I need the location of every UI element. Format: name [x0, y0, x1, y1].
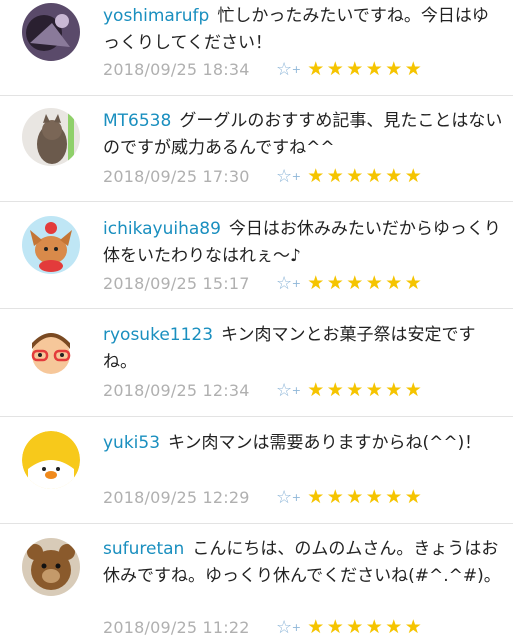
star-icon: ★: [365, 165, 383, 187]
add-star-button[interactable]: ☆ +: [276, 617, 301, 638]
comment-text-block: ichikayuiha89 今日はお休みみたいだからゆっくり体をいたわりなはれぇ～…: [103, 216, 503, 270]
comment-meta: 2018/09/25 12:29 ☆ + ★ ★ ★ ★ ★ ★: [103, 485, 423, 509]
comment-username[interactable]: yoshimarufp: [103, 6, 209, 26]
comment-item: sufuretan こんにちは、のムのムさん。きょうはお休みですね。ゆっくり休んで…: [0, 524, 513, 640]
comment-text-block: MT6538 グーグルのおすすめ記事、見たことはないのですが威力あるんですね^^: [103, 108, 503, 162]
comment-item: yoshimarufp 忙しかったみたいですね。今日はゆっくりしてください！ 20…: [0, 0, 513, 96]
add-star-button[interactable]: ☆ +: [276, 487, 301, 508]
plus-icon: +: [291, 170, 301, 183]
star-icon: ★: [365, 616, 383, 638]
add-star-icon: ☆: [276, 59, 293, 80]
star-icon: ★: [404, 379, 422, 401]
comment-username[interactable]: sufuretan: [103, 539, 184, 559]
add-star-button[interactable]: ☆ +: [276, 59, 301, 80]
comment-list: yoshimarufp 忙しかったみたいですね。今日はゆっくりしてください！ 20…: [0, 0, 513, 640]
star-icon: ★: [307, 379, 325, 401]
comment-date: 2018/09/25 18:34: [103, 59, 250, 79]
comment-username[interactable]: ichikayuiha89: [103, 219, 221, 239]
star-rating: ★ ★ ★ ★ ★ ★: [306, 379, 423, 401]
add-star-button[interactable]: ☆ +: [276, 380, 301, 401]
star-icon: ★: [307, 58, 325, 80]
star-icon: ★: [326, 58, 344, 80]
star-icon: ★: [346, 486, 364, 508]
comment-meta: 2018/09/25 17:30 ☆ + ★ ★ ★ ★ ★ ★: [103, 164, 423, 188]
avatar[interactable]: [22, 108, 80, 166]
star-icon: ★: [346, 616, 364, 638]
plus-icon: +: [291, 621, 301, 634]
star-icon: ★: [326, 272, 344, 294]
comment-meta: 2018/09/25 12:34 ☆ + ★ ★ ★ ★ ★ ★: [103, 378, 423, 402]
star-icon: ★: [307, 616, 325, 638]
star-icon: ★: [385, 379, 403, 401]
comment-item: yuki53 キン肉マンは需要ありますからね(^^)！ 2018/09/25 12…: [0, 417, 513, 524]
comment-text-block: sufuretan こんにちは、のムのムさん。きょうはお休みですね。ゆっくり休んで…: [103, 536, 503, 590]
star-icon: ★: [404, 58, 422, 80]
star-icon: ★: [404, 486, 422, 508]
star-icon: ★: [385, 616, 403, 638]
comment-item: MT6538 グーグルのおすすめ記事、見たことはないのですが威力あるんですね^^ …: [0, 96, 513, 202]
comment-date: 2018/09/25 12:29: [103, 487, 250, 507]
comment-date: 2018/09/25 11:22: [103, 617, 250, 637]
plus-icon: +: [291, 384, 301, 397]
avatar[interactable]: [22, 3, 80, 61]
plus-icon: +: [291, 277, 301, 290]
avatar[interactable]: [22, 431, 80, 489]
star-rating: ★ ★ ★ ★ ★ ★: [306, 272, 423, 294]
comment-meta: 2018/09/25 18:34 ☆ + ★ ★ ★ ★ ★ ★: [103, 57, 423, 81]
comment-date: 2018/09/25 17:30: [103, 166, 250, 186]
star-icon: ★: [326, 486, 344, 508]
star-icon: ★: [346, 272, 364, 294]
star-icon: ★: [404, 272, 422, 294]
star-icon: ★: [326, 165, 344, 187]
comment-text-block: yuki53 キン肉マンは需要ありますからね(^^)！: [103, 430, 503, 457]
star-icon: ★: [326, 616, 344, 638]
star-rating: ★ ★ ★ ★ ★ ★: [306, 58, 423, 80]
add-star-icon: ☆: [276, 617, 293, 638]
comment-username[interactable]: yuki53: [103, 433, 160, 453]
star-rating: ★ ★ ★ ★ ★ ★: [306, 165, 423, 187]
add-star-icon: ☆: [276, 273, 293, 294]
star-icon: ★: [385, 272, 403, 294]
star-icon: ★: [404, 165, 422, 187]
add-star-button[interactable]: ☆ +: [276, 273, 301, 294]
add-star-button[interactable]: ☆ +: [276, 166, 301, 187]
star-icon: ★: [404, 616, 422, 638]
comment-date: 2018/09/25 15:17: [103, 273, 250, 293]
star-icon: ★: [307, 165, 325, 187]
comment-text-block: yoshimarufp 忙しかったみたいですね。今日はゆっくりしてください！: [103, 3, 503, 57]
comment-meta: 2018/09/25 15:17 ☆ + ★ ★ ★ ★ ★ ★: [103, 271, 423, 295]
star-icon: ★: [346, 379, 364, 401]
comment-body: キン肉マンは需要ありますからね(^^)！: [168, 433, 482, 453]
star-icon: ★: [365, 486, 383, 508]
star-icon: ★: [385, 486, 403, 508]
star-icon: ★: [326, 379, 344, 401]
comment-username[interactable]: MT6538: [103, 111, 171, 131]
star-icon: ★: [365, 272, 383, 294]
comment-item: ryosuke1123 キン肉マンとお菓子祭は安定ですね。 2018/09/25 …: [0, 309, 513, 417]
star-rating: ★ ★ ★ ★ ★ ★: [306, 616, 423, 638]
star-icon: ★: [346, 165, 364, 187]
comment-date: 2018/09/25 12:34: [103, 380, 250, 400]
comment-item: ichikayuiha89 今日はお休みみたいだからゆっくり体をいたわりなはれぇ～…: [0, 202, 513, 309]
avatar[interactable]: [22, 216, 80, 274]
avatar[interactable]: [22, 538, 80, 596]
star-icon: ★: [307, 272, 325, 294]
star-icon: ★: [365, 58, 383, 80]
star-icon: ★: [346, 58, 364, 80]
plus-icon: +: [291, 491, 301, 504]
star-icon: ★: [385, 58, 403, 80]
comment-username[interactable]: ryosuke1123: [103, 325, 213, 345]
plus-icon: +: [291, 63, 301, 76]
star-icon: ★: [385, 165, 403, 187]
comment-meta: 2018/09/25 11:22 ☆ + ★ ★ ★ ★ ★ ★: [103, 615, 423, 639]
add-star-icon: ☆: [276, 487, 293, 508]
star-rating: ★ ★ ★ ★ ★ ★: [306, 486, 423, 508]
star-icon: ★: [307, 486, 325, 508]
avatar[interactable]: [22, 323, 80, 381]
star-icon: ★: [365, 379, 383, 401]
add-star-icon: ☆: [276, 380, 293, 401]
comment-text-block: ryosuke1123 キン肉マンとお菓子祭は安定ですね。: [103, 322, 503, 376]
add-star-icon: ☆: [276, 166, 293, 187]
